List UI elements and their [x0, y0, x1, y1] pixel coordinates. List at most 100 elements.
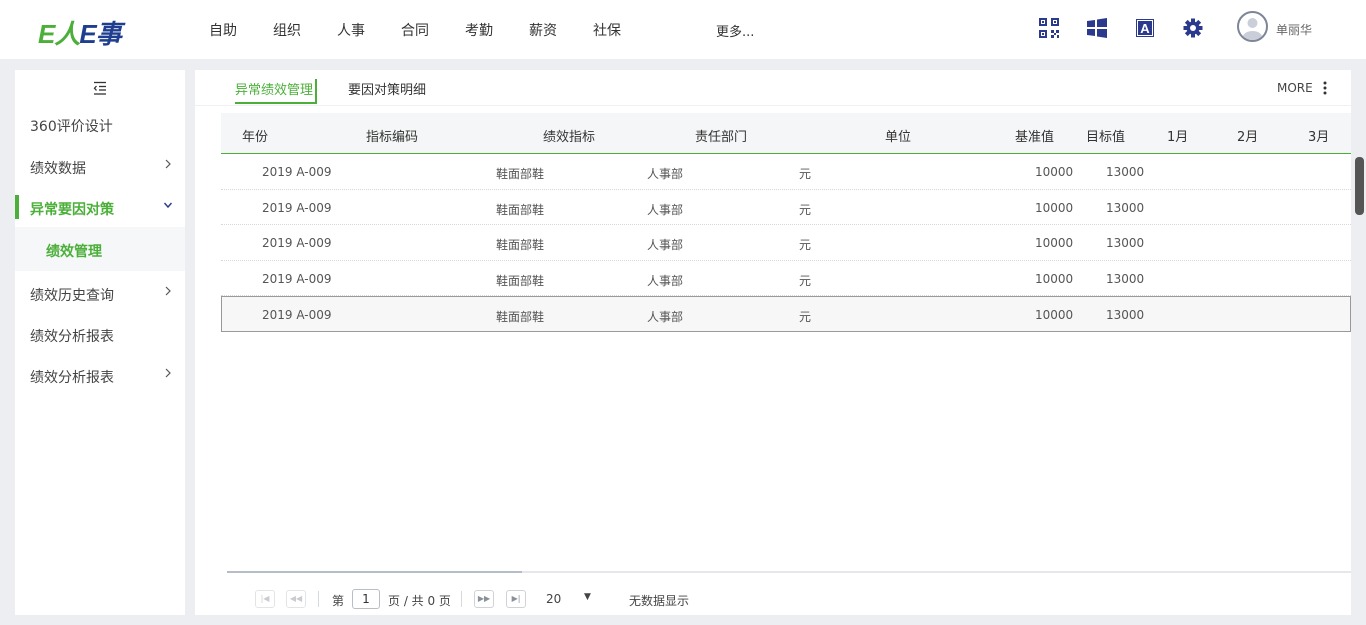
user-name[interactable]: 单丽华: [1276, 21, 1312, 38]
cell-unit: 元: [799, 238, 812, 253]
tab-bar: 异常绩效管理 要因对策明细 MORE: [195, 70, 1351, 106]
nav-item-organization[interactable]: 组织: [273, 20, 301, 40]
page-prefix: 第: [332, 594, 345, 608]
sidebar-item-label: 绩效管理: [46, 244, 102, 260]
cell-year-code: 2019 A-009: [262, 165, 332, 179]
sidebar-item-performance-history[interactable]: 绩效历史查询: [15, 274, 185, 312]
pager-divider: [461, 591, 462, 607]
pagination: |◀ ◀◀ 第 页 / 共 0 页 ▶▶ ▶| 20 ▼ 无数据显示: [195, 583, 1351, 615]
cell-department: 人事部: [647, 202, 684, 217]
nav-item-self-service[interactable]: 自助: [209, 20, 237, 40]
cell-department: 人事部: [647, 273, 684, 288]
vertical-scroll-thumb[interactable]: [1355, 157, 1364, 215]
prev-page-icon[interactable]: ◀◀: [286, 590, 306, 608]
cell-target-value: 13000: [1106, 271, 1145, 286]
cell-unit: 元: [799, 167, 812, 181]
nav-item-attendance[interactable]: 考勤: [465, 20, 493, 40]
tab-abnormal-performance[interactable]: 异常绩效管理: [235, 79, 318, 104]
main-nav: 自助 组织 人事 合同 考勤 薪资 社保: [209, 0, 657, 59]
app-logo[interactable]: E人E事: [38, 14, 122, 51]
table-row[interactable]: 2019 A-009 鞋面部鞋 人事部 元 10000 13000: [221, 190, 1351, 226]
cell-base-value: 10000: [1035, 200, 1074, 215]
page-number-input[interactable]: [352, 589, 380, 609]
cell-base-value: 10000: [1035, 271, 1074, 286]
cell-indicator: 鞋面部鞋: [496, 202, 545, 217]
last-page-icon[interactable]: ▶|: [506, 590, 526, 608]
nav-item-social-security[interactable]: 社保: [593, 20, 621, 40]
pager-divider: [318, 591, 319, 607]
cell-target-value: 13000: [1106, 308, 1145, 323]
cell-indicator: 鞋面部鞋: [496, 238, 545, 253]
top-bar: E人E事 自助 组织 人事 合同 考勤 薪资 社保 更多... A 单丽华: [0, 0, 1366, 59]
cell-unit: 元: [799, 202, 812, 217]
sidebar: 360评价设计 绩效数据 异常要因对策 绩效管理 绩效历史查询 绩效分析报表 绩…: [15, 70, 185, 615]
table-row[interactable]: 2019 A-009 鞋面部鞋 人事部 元 10000 13000: [221, 261, 1351, 297]
sidebar-item-performance-report[interactable]: 绩效分析报表: [15, 315, 185, 353]
kebab-icon[interactable]: [1323, 81, 1327, 95]
next-page-icon[interactable]: ▶▶: [474, 590, 494, 608]
col-indicator-code[interactable]: 指标编码: [366, 126, 418, 145]
chevron-right-icon: [165, 286, 171, 296]
cell-department: 人事部: [647, 167, 684, 181]
cell-target-value: 13000: [1106, 165, 1145, 179]
avatar-icon[interactable]: [1237, 11, 1268, 42]
sidebar-item-360-evaluation[interactable]: 360评价设计: [15, 105, 185, 143]
col-indicator[interactable]: 绩效指标: [543, 126, 595, 145]
col-year[interactable]: 年份: [242, 126, 268, 145]
col-feb[interactable]: 2月: [1237, 126, 1258, 145]
table-header: 年份 指标编码 绩效指标 责任部门 单位 基准值 目标值 1月 2月 3月: [221, 113, 1351, 154]
nav-more[interactable]: 更多...: [716, 21, 754, 40]
font-icon[interactable]: A: [1134, 17, 1156, 39]
more-button[interactable]: MORE: [1277, 81, 1313, 95]
col-target-value[interactable]: 目标值: [1086, 126, 1125, 145]
sidebar-item-label: 绩效分析报表: [30, 329, 114, 345]
collapse-menu-icon[interactable]: [92, 80, 108, 96]
sidebar-subitem-performance-management[interactable]: 绩效管理: [15, 227, 185, 271]
sidebar-item-performance-data[interactable]: 绩效数据: [15, 147, 185, 185]
col-mar[interactable]: 3月: [1308, 126, 1329, 145]
main-panel: 异常绩效管理 要因对策明细 MORE 年份 指标编码 绩效指标 责任部门 单位 …: [195, 70, 1351, 615]
cell-department: 人事部: [647, 310, 684, 325]
col-unit[interactable]: 单位: [885, 126, 911, 145]
windows-icon[interactable]: [1086, 17, 1108, 39]
nav-item-salary[interactable]: 薪资: [529, 20, 557, 40]
table-row-selected[interactable]: 2019 A-009 鞋面部鞋 人事部 元 10000 13000: [221, 296, 1351, 332]
qrcode-icon[interactable]: [1038, 17, 1060, 39]
sidebar-item-performance-report-2[interactable]: 绩效分析报表: [15, 356, 185, 394]
chevron-right-icon: [165, 159, 171, 169]
sidebar-item-abnormal-countermeasures[interactable]: 异常要因对策: [15, 188, 185, 226]
cell-base-value: 10000: [1035, 308, 1074, 323]
table-row[interactable]: 2019 A-009 鞋面部鞋 人事部 元 10000 13000: [221, 225, 1351, 261]
tab-countermeasure-details[interactable]: 要因对策明细: [348, 79, 426, 98]
nav-item-personnel[interactable]: 人事: [337, 20, 365, 40]
cell-indicator: 鞋面部鞋: [496, 167, 545, 181]
page-total: 页 / 共 0 页: [388, 594, 451, 608]
horizontal-scroll-thumb[interactable]: [227, 571, 522, 573]
chevron-down-icon: [163, 202, 173, 209]
cell-base-value: 10000: [1035, 165, 1074, 179]
col-department[interactable]: 责任部门: [695, 126, 747, 145]
cell-unit: 元: [799, 310, 812, 325]
cell-base-value: 10000: [1035, 236, 1074, 251]
table-row[interactable]: 2019 A-009 鞋面部鞋 人事部 元 10000 13000: [221, 154, 1351, 190]
empty-message: 无数据显示: [629, 594, 690, 608]
svg-text:A: A: [1140, 21, 1150, 36]
sidebar-item-label: 绩效分析报表: [30, 370, 114, 386]
cell-unit: 元: [799, 273, 812, 288]
col-base-value[interactable]: 基准值: [1015, 126, 1054, 145]
col-jan[interactable]: 1月: [1167, 126, 1188, 145]
chevron-right-icon: [165, 368, 171, 378]
first-page-icon[interactable]: |◀: [255, 590, 275, 608]
nav-item-contract[interactable]: 合同: [401, 20, 429, 40]
cell-year-code: 2019 A-009: [262, 308, 332, 323]
cell-year-code: 2019 A-009: [262, 271, 332, 286]
sidebar-item-label: 绩效数据: [30, 161, 86, 177]
cell-year-code: 2019 A-009: [262, 236, 332, 251]
gear-icon[interactable]: [1182, 17, 1204, 39]
sidebar-item-label: 异常要因对策: [30, 202, 114, 218]
horizontal-scrollbar[interactable]: [227, 571, 1351, 573]
page-size-select[interactable]: 20: [546, 592, 561, 606]
data-table: 年份 指标编码 绩效指标 责任部门 单位 基准值 目标值 1月 2月 3月 20…: [221, 113, 1351, 332]
cell-indicator: 鞋面部鞋: [496, 273, 545, 288]
caret-down-icon[interactable]: ▼: [584, 592, 591, 602]
